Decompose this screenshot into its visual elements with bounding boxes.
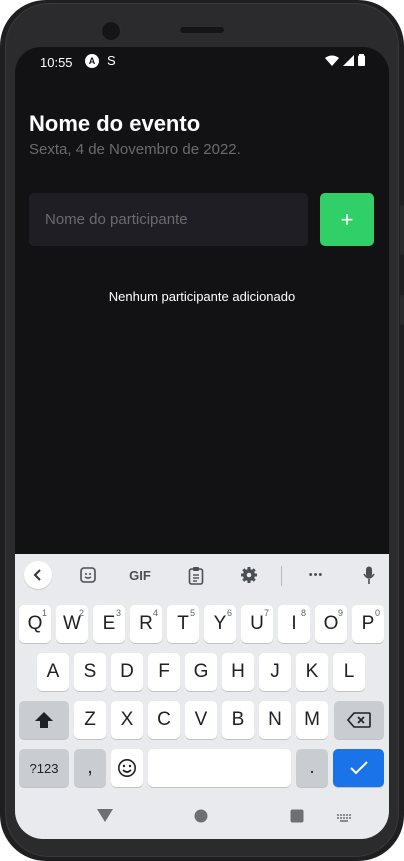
space-bar[interactable] <box>148 749 291 787</box>
key-s[interactable]: S <box>74 653 106 691</box>
key-label: P <box>361 613 375 634</box>
signal-icon <box>343 54 354 66</box>
key-a[interactable]: A <box>37 653 69 691</box>
key-t[interactable]: T5 <box>167 605 199 643</box>
key-label: O <box>323 613 339 634</box>
key-l[interactable]: L <box>333 653 365 691</box>
on-screen-keyboard: GIF ••• Q1 W2 E3 R4 T5 Y6 U 7 I 8 O 9 P … <box>15 554 389 839</box>
key-number-hint: 1 <box>41 608 47 618</box>
app-screen: 10:55 A S Nome do evento Sexta, 4 de Nov… <box>15 47 389 839</box>
backspace-icon <box>347 712 371 728</box>
recents-nav-icon[interactable] <box>290 809 304 828</box>
key-h[interactable]: H <box>222 653 254 691</box>
volume-button <box>400 295 404 325</box>
more-options-icon[interactable]: ••• <box>304 562 328 588</box>
earpiece-speaker <box>180 27 224 33</box>
key-y[interactable]: Y6 <box>204 605 236 643</box>
shift-key[interactable] <box>19 701 69 739</box>
key-number-hint: 8 <box>300 608 306 618</box>
shift-icon <box>35 712 53 728</box>
key-p[interactable]: P0 <box>352 605 384 643</box>
emoji-key[interactable] <box>111 749 143 787</box>
toolbar-divider <box>281 566 282 586</box>
add-participant-button[interactable]: + <box>320 193 374 246</box>
app-notification-icon: A <box>85 54 99 68</box>
key-u[interactable]: U7 <box>241 605 273 643</box>
period-key[interactable]: . <box>296 749 328 787</box>
symbols-key[interactable]: ?123 <box>19 749 69 787</box>
emoji-icon <box>118 759 136 777</box>
key-z[interactable]: Z <box>74 701 106 739</box>
key-label: Y <box>213 613 227 634</box>
front-camera <box>100 20 122 42</box>
key-f[interactable]: F <box>148 653 180 691</box>
status-bar: 10:55 A S <box>15 47 389 77</box>
sync-notification-icon: S <box>107 53 116 68</box>
key-i[interactable]: I8 <box>278 605 310 643</box>
key-g[interactable]: G <box>185 653 217 691</box>
key-label: E <box>102 613 116 634</box>
status-time: 10:55 <box>40 55 73 70</box>
battery-icon <box>358 54 365 66</box>
check-icon <box>349 761 368 775</box>
key-number-hint: 0 <box>374 608 380 618</box>
back-nav-icon[interactable] <box>97 809 113 828</box>
key-number-hint: 3 <box>115 608 121 618</box>
key-label: R <box>139 613 153 634</box>
key-number-hint: 2 <box>78 608 84 618</box>
key-q[interactable]: Q1 <box>19 605 51 643</box>
event-date: Sexta, 4 de Novembro de 2022. <box>29 141 241 158</box>
key-n[interactable]: N <box>259 701 291 739</box>
home-nav-icon[interactable] <box>194 809 208 828</box>
key-w[interactable]: W2 <box>56 605 88 643</box>
key-v[interactable]: V <box>185 701 217 739</box>
sticker-icon[interactable] <box>77 562 99 588</box>
key-label: I <box>291 613 297 634</box>
wifi-icon <box>325 55 339 66</box>
key-x[interactable]: X <box>111 701 143 739</box>
comma-key[interactable]: , <box>74 749 106 787</box>
key-d[interactable]: D <box>111 653 143 691</box>
key-label: Q <box>27 613 43 634</box>
clipboard-icon[interactable] <box>185 562 207 588</box>
key-e[interactable]: E3 <box>93 605 125 643</box>
key-j[interactable]: J <box>259 653 291 691</box>
enter-key[interactable] <box>333 749 384 787</box>
event-title: Nome do evento <box>29 111 201 136</box>
key-label: U <box>250 613 264 634</box>
phone-frame: 10:55 A S Nome do evento Sexta, 4 de Nov… <box>0 0 404 861</box>
status-indicators <box>325 54 365 66</box>
gear-icon[interactable] <box>238 562 260 588</box>
key-b[interactable]: B <box>222 701 254 739</box>
key-o[interactable]: O9 <box>315 605 347 643</box>
power-button <box>400 205 404 255</box>
key-r[interactable]: R4 <box>130 605 162 643</box>
key-number-hint: 9 <box>337 608 343 618</box>
keyboard-switch-icon[interactable] <box>337 811 353 829</box>
key-label: T <box>177 613 189 634</box>
system-navigation-bar <box>15 799 389 839</box>
microphone-icon[interactable] <box>359 562 379 588</box>
key-number-hint: 7 <box>263 608 269 618</box>
chevron-left-icon[interactable] <box>24 561 52 589</box>
keyboard-toolbar: GIF ••• <box>15 554 389 596</box>
plus-icon: + <box>340 206 354 232</box>
key-number-hint: 4 <box>152 608 158 618</box>
key-m[interactable]: M <box>296 701 328 739</box>
backspace-key[interactable] <box>334 701 384 739</box>
gif-button[interactable]: GIF <box>125 562 155 588</box>
key-k[interactable]: K <box>296 653 328 691</box>
empty-list-message: Nenhum participante adicionado <box>108 289 296 304</box>
key-c[interactable]: C <box>148 701 180 739</box>
key-number-hint: 5 <box>189 608 195 618</box>
participant-name-input[interactable] <box>29 193 308 246</box>
key-number-hint: 6 <box>226 608 232 618</box>
